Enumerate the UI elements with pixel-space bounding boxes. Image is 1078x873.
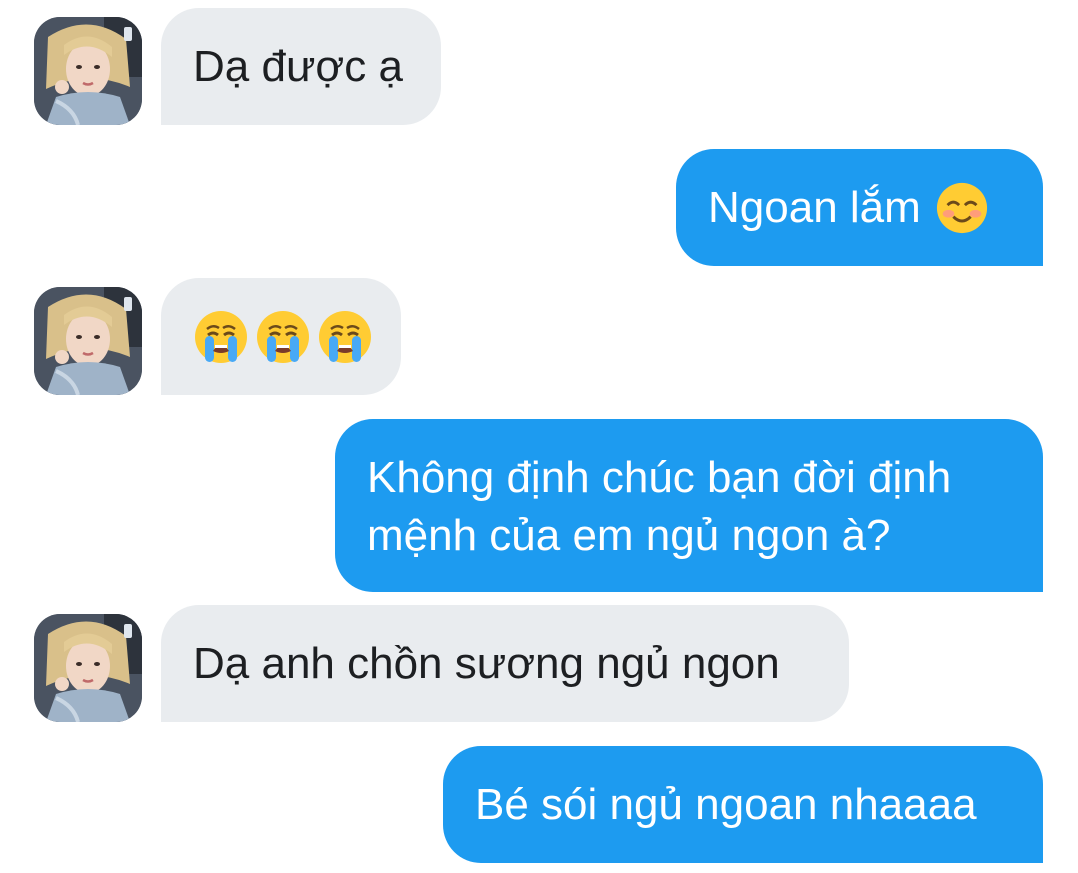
smiling-face-with-smiling-eyes-emoji-icon <box>935 181 989 235</box>
contact-avatar[interactable] <box>34 287 142 395</box>
message-row-incoming: Dạ được ạ <box>0 0 1078 130</box>
message-text: Ngoan lắm <box>708 182 921 232</box>
message-text-line: mệnh của em ngủ ngon à? <box>367 511 891 560</box>
outgoing-message-bubble[interactable]: Bé sói ngủ ngoan nhaaaa <box>443 746 1043 863</box>
incoming-message-bubble[interactable] <box>161 278 401 395</box>
loudly-crying-face-emoji-icon <box>193 309 249 365</box>
message-text: Bé sói ngủ ngoan nhaaaa <box>475 779 977 829</box>
message-text: Dạ anh chồn sương ngủ ngon <box>193 638 780 688</box>
loudly-crying-face-emoji-icon <box>255 309 311 365</box>
contact-avatar[interactable] <box>34 614 142 722</box>
outgoing-message-bubble[interactable]: Không định chúc bạn đời định mệnh của em… <box>335 419 1043 592</box>
message-text: Dạ được ạ <box>193 41 403 91</box>
incoming-message-bubble[interactable]: Dạ anh chồn sương ngủ ngon <box>161 605 849 722</box>
loudly-crying-face-emoji-icon <box>317 309 373 365</box>
message-text-line: Không định chúc bạn đời định <box>367 453 952 502</box>
outgoing-message-bubble[interactable]: Ngoan lắm <box>676 149 1043 266</box>
contact-avatar[interactable] <box>34 17 142 125</box>
incoming-message-bubble[interactable]: Dạ được ạ <box>161 8 441 125</box>
